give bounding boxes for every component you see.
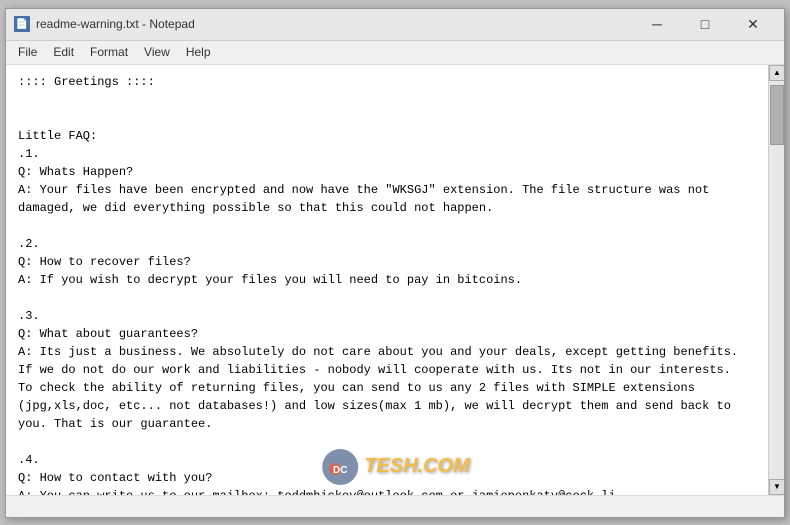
window-controls: ─ □ ✕ <box>634 10 776 38</box>
close-button[interactable]: ✕ <box>730 10 776 38</box>
menu-bar: File Edit Format View Help <box>6 41 784 65</box>
menu-view[interactable]: View <box>136 43 178 61</box>
scrollbar-thumb[interactable] <box>770 85 784 145</box>
file-icon: 📄 <box>14 16 30 32</box>
status-bar <box>6 495 784 517</box>
notepad-window: 📄 readme-warning.txt - Notepad ─ □ ✕ Fil… <box>5 8 785 518</box>
maximize-button[interactable]: □ <box>682 10 728 38</box>
scroll-down-button[interactable]: ▼ <box>769 479 784 495</box>
window-title: readme-warning.txt - Notepad <box>36 17 195 31</box>
scroll-up-button[interactable]: ▲ <box>769 65 784 81</box>
minimize-button[interactable]: ─ <box>634 10 680 38</box>
menu-help[interactable]: Help <box>178 43 219 61</box>
scrollbar: ▲ ▼ <box>768 65 784 495</box>
content-area: :::: Greetings :::: Little FAQ: .1. Q: W… <box>6 65 784 495</box>
menu-file[interactable]: File <box>10 43 45 61</box>
scrollbar-track[interactable] <box>769 81 784 479</box>
text-editor[interactable]: :::: Greetings :::: Little FAQ: .1. Q: W… <box>6 65 768 495</box>
menu-format[interactable]: Format <box>82 43 136 61</box>
menu-edit[interactable]: Edit <box>45 43 82 61</box>
title-bar: 📄 readme-warning.txt - Notepad ─ □ ✕ <box>6 9 784 41</box>
title-bar-left: 📄 readme-warning.txt - Notepad <box>14 16 195 32</box>
